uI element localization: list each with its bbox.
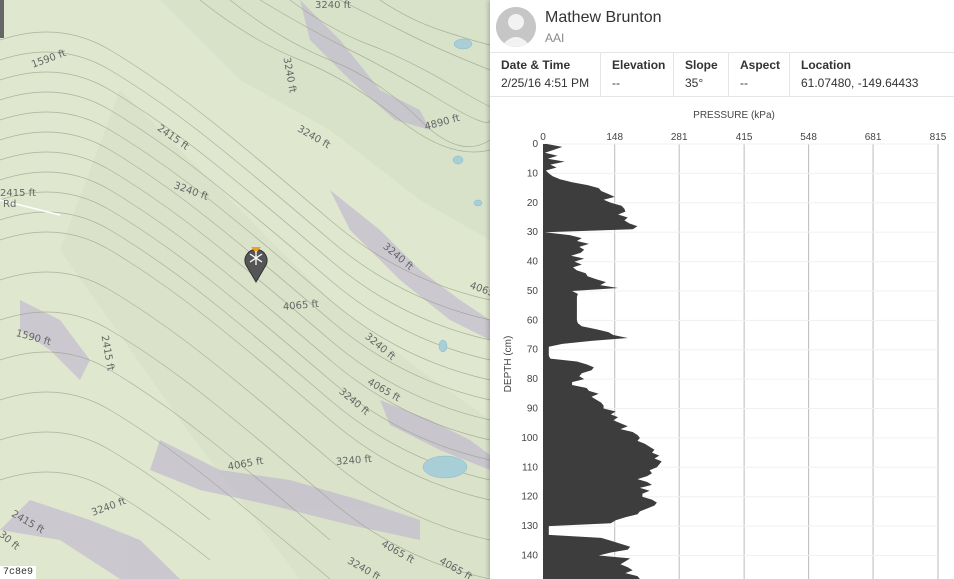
observation-info-row: Date & Time 2/25/16 4:51 PM Elevation --… [490,52,954,97]
y-tick-label: 100 [521,433,538,444]
aspect-value: -- [740,76,748,90]
y-tick-label: 110 [522,462,538,473]
x-tick-label: 415 [736,132,753,143]
pressure-depth-chart: PRESSURE (kPa) DEPTH (cm) 0 148 281 415 548 6… [503,110,947,579]
y-tick-label: 70 [527,345,539,356]
observation-panel: Mathew Brunton AAI Date & Time 2/25/16 4… [490,0,954,579]
aspect-label: Aspect [740,58,781,72]
datetime-cell: Date & Time 2/25/16 4:51 PM [490,52,601,96]
slope-label: Slope [685,58,718,72]
x-tick-label: 0 [540,132,546,143]
x-tick-labels: 0 148 281 415 548 681 815 [540,132,947,143]
datetime-label: Date & Time [501,58,571,72]
y-tick-label: 60 [527,315,539,326]
y-tick-label: 20 [527,198,539,209]
x-tick-label: 815 [930,132,947,143]
y-tick-label: 10 [527,168,539,179]
location-value: 61.07480, -149.64433 [801,76,919,90]
user-avatar-icon [496,7,536,47]
contour-label: 2415 ft [0,188,36,199]
y-tick-label: 40 [527,257,539,268]
user-organization: AAI [545,31,565,45]
map-view[interactable]: 1590 ft 2415 ft 3240 ft 3240 ft 3240 ft … [0,0,490,579]
contour-label: Rd [3,199,17,210]
x-tick-label: 148 [606,132,623,143]
elevation-value: -- [612,76,620,90]
location-cell: Location 61.07480, -149.64433 [790,52,954,96]
y-tick-label: 50 [527,286,539,297]
y-tick-label: 0 [532,139,538,150]
map-edge-bar [0,0,4,38]
x-tick-label: 281 [671,132,688,143]
x-tick-label: 681 [865,132,882,143]
pressure-profile-area [543,144,662,579]
y-tick-label: 120 [521,492,538,503]
y-tick-label: 30 [527,227,539,238]
elevation-cell: Elevation -- [601,52,674,96]
contour-label: 3240 ft [315,0,351,11]
observation-header: Mathew Brunton AAI [490,0,954,53]
topographic-map [0,0,490,579]
y-tick-label: 90 [527,404,539,415]
y-tick-labels: 0 10 20 30 40 50 60 70 80 90 100 110 120 130 140 [521,139,538,561]
y-tick-label: 80 [527,374,539,385]
user-name: Mathew Brunton [545,9,662,26]
map-id-label: 7c8e9 [0,566,37,579]
x-tick-label: 548 [800,132,817,143]
datetime-value: 2/25/16 4:51 PM [501,76,590,90]
y-axis-label: DEPTH (cm) [503,336,514,393]
aspect-cell: Aspect -- [729,52,790,96]
location-label: Location [801,58,851,72]
elevation-label: Elevation [612,58,666,72]
y-tick-label: 130 [521,521,538,532]
slope-value: 35° [685,76,704,90]
snowflake-marker-icon[interactable] [242,243,270,283]
slope-cell: Slope 35° [674,52,729,96]
y-tick-label: 140 [521,550,538,561]
chart-title: PRESSURE (kPa) [693,110,775,121]
